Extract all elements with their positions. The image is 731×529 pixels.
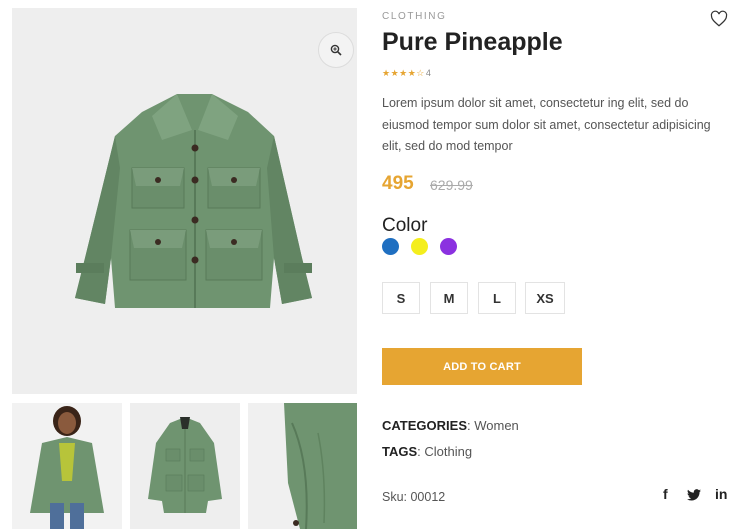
rating-count: 4 [425, 68, 431, 78]
add-to-cart-button[interactable]: ADD TO CART [382, 348, 582, 385]
twitter-icon[interactable] [687, 489, 701, 501]
product-rating: ★★★★☆4 [382, 68, 431, 79]
tags-value[interactable]: : Clothing [417, 444, 472, 459]
size-option-l[interactable]: L [478, 282, 516, 314]
product-title: Pure Pineapple [382, 28, 563, 56]
product-tags: TAGS: Clothing [382, 444, 472, 459]
product-price: 495 [382, 173, 414, 194]
product-category[interactable]: CLOTHING [382, 11, 446, 22]
categories-label: CATEGORIES [382, 418, 467, 433]
categories-value[interactable]: : Women [467, 418, 519, 433]
thumbnail-gallery [12, 403, 357, 529]
size-option-xs[interactable]: XS [525, 282, 565, 314]
linkedin-icon[interactable]: in [715, 486, 727, 502]
heart-icon[interactable] [710, 10, 728, 28]
tags-label: TAGS [382, 444, 418, 459]
color-swatch-blue[interactable] [382, 238, 399, 255]
facebook-icon[interactable]: f [663, 486, 668, 502]
rating-stars: ★★★★☆ [382, 68, 425, 78]
size-option-s[interactable]: S [382, 282, 420, 314]
product-description: Lorem ipsum dolor sit amet, consectetur … [382, 96, 711, 153]
thumbnail-model[interactable] [12, 403, 122, 529]
size-option-m[interactable]: M [430, 282, 468, 314]
zoom-button[interactable] [318, 32, 354, 68]
thumbnail-jacket[interactable] [130, 403, 240, 529]
main-product-image [12, 8, 357, 394]
product-old-price: 629.99 [430, 177, 473, 193]
thumbnail-sleeve-detail[interactable] [248, 403, 357, 529]
color-label: Color [382, 215, 428, 236]
color-swatch-yellow[interactable] [411, 238, 428, 255]
product-sku: Sku: 00012 [382, 490, 446, 504]
product-categories: CATEGORIES: Women [382, 418, 519, 433]
product-details: CLOTHING Pure Pineapple ★★★★☆4 Lorem ips… [382, 0, 731, 529]
jacket-image [75, 94, 312, 308]
zoom-in-icon [330, 44, 342, 56]
color-swatch-purple[interactable] [440, 238, 457, 255]
